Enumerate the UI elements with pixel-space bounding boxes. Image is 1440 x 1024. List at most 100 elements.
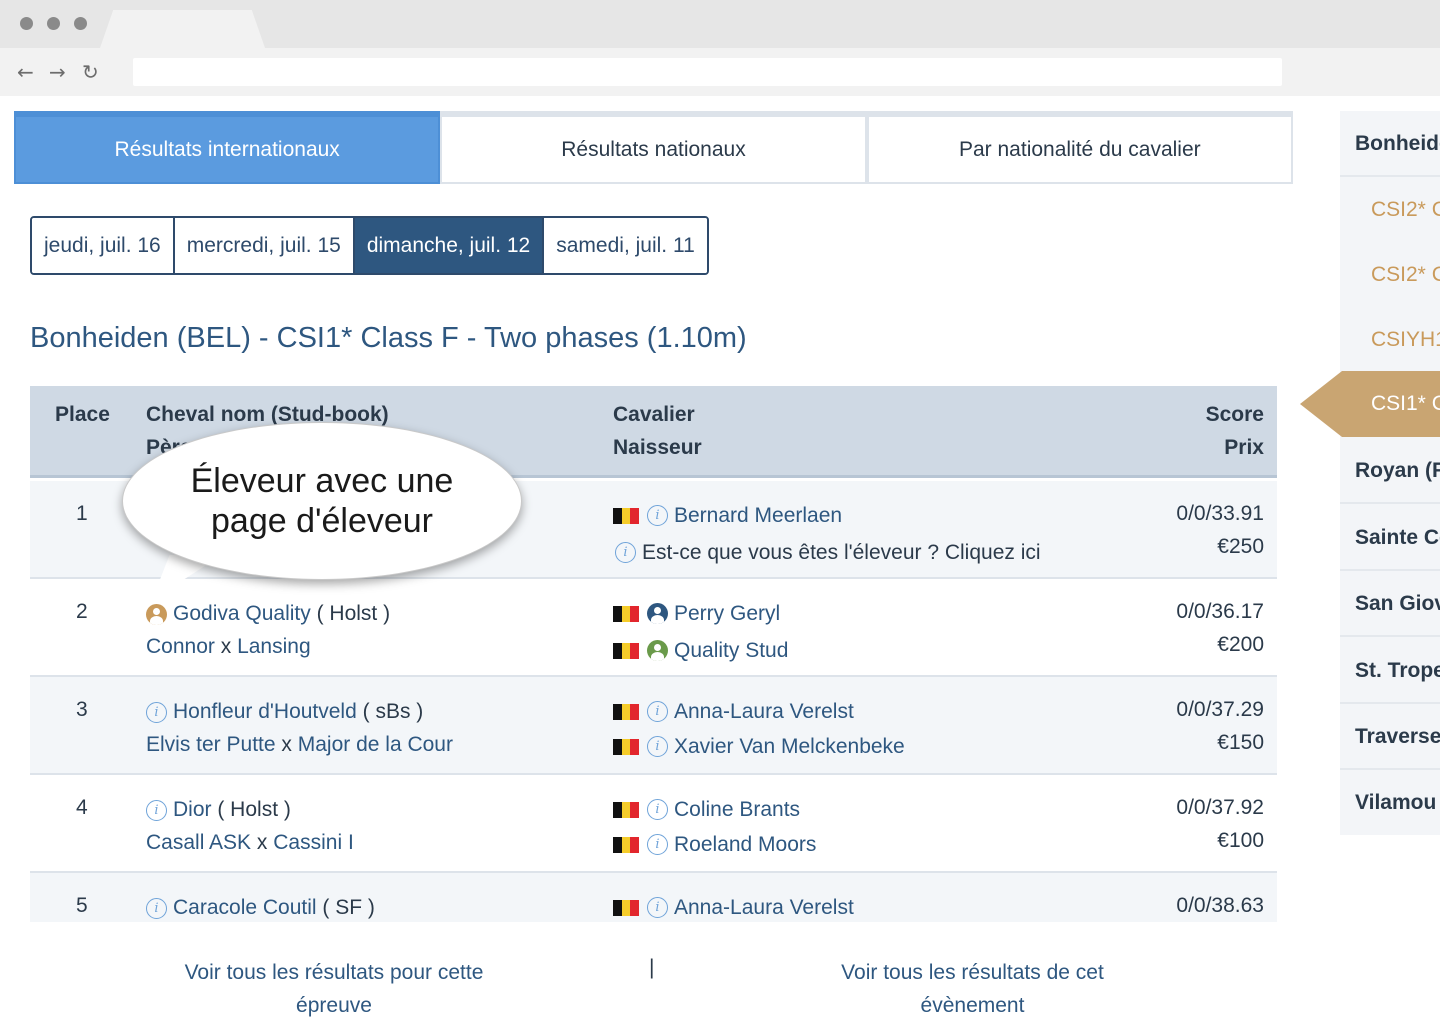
studbook: ( sBs ) [362,700,424,723]
info-icon[interactable]: i [647,701,668,722]
window-maximize-dot[interactable] [74,17,87,30]
sidebar-event-item[interactable]: San Giov [1340,571,1440,637]
all-results-class-link[interactable]: Voir tous les résultats pour cette épreu… [160,956,508,1022]
belgium-flag-icon [613,703,640,720]
place-cell: 3 [76,698,88,721]
info-icon[interactable]: i [146,701,167,723]
info-icon[interactable]: i [647,834,668,855]
rider-link[interactable]: Bernard Meerlaen [674,499,842,532]
rider-user-icon[interactable] [647,603,668,624]
sire-link[interactable]: Elvis ter Putte [146,733,276,756]
all-results-event-link[interactable]: Voir tous les résultats de cet évènement [820,956,1125,1022]
sidebar-class-item-active[interactable]: CSI1* C [1371,371,1440,437]
date-tab[interactable]: samedi, juil. 11 [544,218,707,273]
score-cell: 0/0/37.29 €150 [1176,693,1264,759]
info-icon[interactable]: i [146,799,167,821]
score-cell: 0/0/37.92 €100 [1176,791,1264,857]
rider-link[interactable]: Perry Geryl [674,597,780,630]
info-icon[interactable]: i [647,799,668,820]
rider-link[interactable]: Anna-Laura Verelst [674,891,854,922]
sidebar-event-item[interactable]: Sainte Cé [1340,505,1440,571]
callout-text: Éleveur avec une page d'éleveur [190,462,454,540]
breeder-user-icon[interactable] [647,640,668,661]
cross-x: x [220,635,232,658]
breeder-page-user-icon[interactable] [146,603,167,625]
dam-sire-link[interactable]: Lansing [237,635,311,658]
cross-x: x [256,831,268,854]
score-value: 0/0/33.91 [1176,502,1264,525]
dam-sire-link[interactable]: Major de la Cour [298,733,453,756]
breeder-cell: Quality Stud [613,634,788,667]
date-tab-active[interactable]: dimanche, juil. 12 [354,218,545,273]
sidebar-event-item[interactable]: St. Trope [1340,638,1440,704]
score-cell: 0/0/38.63 [1176,889,1264,922]
sire-link[interactable]: Casall ASK [146,831,251,854]
window-minimize-dot[interactable] [47,17,60,30]
prize-value: €150 [1217,731,1264,754]
info-icon[interactable]: i [647,897,668,918]
tab-national[interactable]: Résultats nationaux [440,111,867,184]
horse-cell: i Honfleur d'Houtveld ( sBs ) [146,695,423,728]
tab-international[interactable]: Résultats internationaux [14,111,441,184]
date-tab[interactable]: mercredi, juil. 15 [174,218,355,273]
horse-cell: i Caracole Coutil ( SF ) [146,891,375,922]
browser-tab[interactable] [100,10,265,48]
reload-icon[interactable]: ↻ [82,58,99,86]
belgium-flag-icon [613,836,640,853]
score-cell: 0/0/36.17 €200 [1176,595,1264,661]
claim-breeder-link[interactable]: Est-ce que vous êtes l'éleveur ? Cliquez… [642,536,1041,569]
info-icon[interactable]: i [615,542,636,563]
belgium-flag-icon [613,738,640,755]
horse-link[interactable]: Honfleur d'Houtveld [173,700,357,723]
sidebar-class-item[interactable]: CSI2* C [1340,242,1440,307]
prize-value: €200 [1217,633,1264,656]
horse-cell: i Dior ( Holst ) [146,793,291,826]
sire-link[interactable]: Connor [146,635,215,658]
score-value: 0/0/37.92 [1176,796,1264,819]
sidebar-event-item[interactable]: Royan (F [1340,438,1440,504]
address-bar[interactable] [133,58,1282,86]
studbook: ( Holst ) [316,602,391,625]
belgium-flag-icon [613,605,640,622]
back-arrow-icon[interactable]: ← [17,58,34,86]
belgium-flag-icon [613,507,640,524]
table-row: 4 i Dior ( Holst ) Casall ASK x Cassini I… [30,775,1277,873]
info-icon[interactable]: i [647,505,668,526]
breeder-link[interactable]: Xavier Van Melckenbeke [674,730,905,763]
studbook: ( SF ) [322,896,375,919]
belgium-flag-icon [613,642,640,659]
sidebar-event-item[interactable]: Traverse [1340,704,1440,770]
score-value: 0/0/36.17 [1176,600,1264,623]
breeder-cell: i Est-ce que vous êtes l'éleveur ? Cliqu… [615,536,1041,569]
rider-link[interactable]: Anna-Laura Verelst [674,695,854,728]
horse-link[interactable]: Caracole Coutil [173,896,317,919]
info-icon[interactable]: i [146,897,167,919]
forward-arrow-icon[interactable]: → [49,58,66,86]
rider-cell: i Coline Brants [613,793,800,826]
rider-link[interactable]: Coline Brants [674,793,800,826]
sidebar-event-item[interactable]: Vilamou [1340,770,1440,836]
horse-link[interactable]: Godiva Quality [173,602,311,625]
breeder-link[interactable]: Quality Stud [674,634,788,667]
pedigree-cell: Connor x Lansing [146,630,311,663]
pedigree-cell: Casall ASK x Cassini I [146,826,354,859]
table-row: 5 i Caracole Coutil ( SF ) i Anna-Laura V… [30,873,1277,922]
sidebar-event-active[interactable]: Bonheiden [1340,111,1440,177]
dam-sire-link[interactable]: Cassini I [273,831,354,854]
date-selector: jeudi, juil. 16 mercredi, juil. 15 diman… [30,216,709,275]
horse-cell: Godiva Quality ( Holst ) [146,597,390,630]
pedigree-cell: Elvis ter Putte x Major de la Cour [146,728,453,761]
window-close-dot[interactable] [20,17,33,30]
breeder-cell: i Roeland Moors [613,828,816,861]
place-cell: 2 [76,600,88,623]
date-tab[interactable]: jeudi, juil. 16 [32,218,175,273]
table-row: 3 i Honfleur d'Houtveld ( sBs ) Elvis ter… [30,677,1277,775]
breeder-link[interactable]: Roeland Moors [674,828,816,861]
rider-cell: i Anna-Laura Verelst [613,891,854,922]
tab-by-nationality[interactable]: Par nationalité du cavalier [866,111,1293,184]
header-breeder: Naisseur [613,436,702,459]
horse-link[interactable]: Dior [173,798,212,821]
sidebar-class-item[interactable]: CSI2* C [1340,177,1440,242]
info-icon[interactable]: i [647,736,668,757]
sidebar-class-item[interactable]: CSIYH1 [1340,307,1440,372]
